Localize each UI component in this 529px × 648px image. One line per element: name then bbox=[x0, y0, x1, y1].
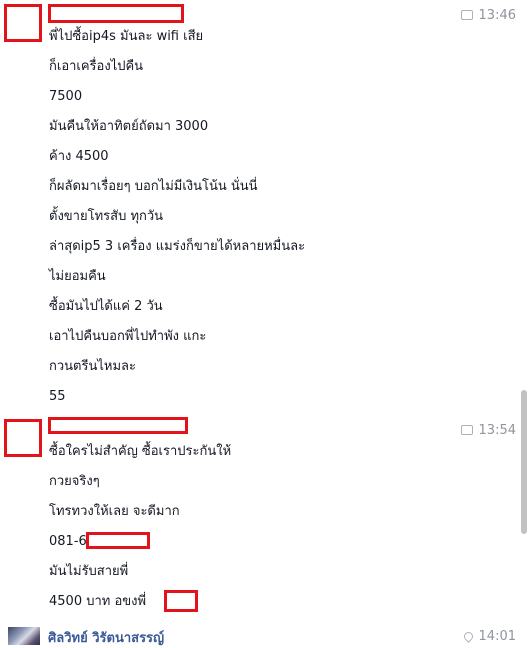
message-text: โทรทวงให้เลย จะดีมาก bbox=[49, 504, 180, 519]
redacted-avatar bbox=[4, 4, 42, 42]
message-text: 7500 bbox=[49, 89, 83, 104]
message-text: มันคืนให้อาทิตย์ถัดมา 3000 bbox=[49, 119, 209, 134]
message-text: ซื้อมันไปได้แค่ 2 วัน bbox=[49, 299, 163, 314]
redacted-phone-number bbox=[86, 532, 150, 549]
message-text: ซื้อใครไม่สำคัญ ซื้อเราประกันให้ bbox=[49, 444, 232, 459]
message-timestamp: 13:46 bbox=[460, 8, 516, 23]
message-text: 55 bbox=[49, 389, 66, 404]
avatar[interactable] bbox=[8, 627, 40, 645]
redacted-sender-name bbox=[48, 4, 184, 23]
message-text: 081-6 bbox=[49, 534, 87, 549]
message-text: กวยจริงๆ bbox=[49, 474, 100, 489]
message-timestamp: 13:54 bbox=[460, 423, 516, 438]
message-timestamp: 14:01 bbox=[461, 629, 516, 644]
scrollbar-thumb[interactable] bbox=[521, 390, 527, 534]
message-thread: 13:46 พี่ไปซื้อip4s มันละ wifi เสีย ก็เอ… bbox=[0, 0, 529, 646]
message-text: มันไม่รับสายพี่ bbox=[49, 564, 129, 579]
message-text: 4500 บาท อขงพี่ bbox=[49, 594, 147, 609]
redacted-avatar bbox=[4, 419, 42, 457]
message-text: พี่ไปซื้อip4s มันละ wifi เสีย bbox=[49, 29, 204, 44]
message-text: ตั้งขายโทรสับ ทุกวัน bbox=[49, 209, 164, 224]
redacted-sender-name bbox=[48, 417, 188, 434]
message-text: ค้าง 4500 bbox=[49, 149, 109, 164]
chat-bubble-icon bbox=[460, 9, 473, 20]
redacted-name bbox=[164, 590, 198, 612]
message-text: กวนตรีนไหมละ bbox=[49, 359, 136, 374]
chat-bubble-icon bbox=[460, 424, 473, 435]
message-text: ไม่ยอมคืน bbox=[49, 269, 106, 284]
message-text: เอาไปคืนบอกพี่ไปทำพัง แกะ bbox=[49, 329, 207, 344]
message-text: ก็เอาเครื่องไปคืน bbox=[49, 59, 144, 74]
location-pin-icon bbox=[461, 630, 475, 643]
message-text: ก็ผลัดมาเรื่อยๆ บอกไม่มีเงินโน้น นั่นนี่ bbox=[49, 179, 258, 194]
message-text: ล่าสุดip5 3 เครื่อง แมร่งก็ขายได้หลายหมื… bbox=[49, 239, 306, 254]
sender-name[interactable]: ศิลวิทย์ วิรัตนาสรรญ์ bbox=[48, 627, 164, 648]
